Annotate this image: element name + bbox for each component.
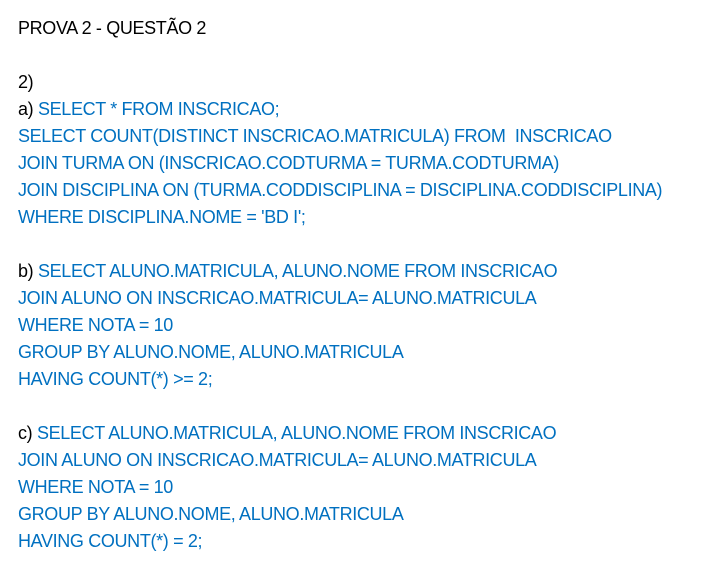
part-a-label: a)	[18, 99, 38, 119]
sql-line: SELECT ALUNO.MATRICULA, ALUNO.NOME FROM …	[36, 423, 557, 443]
sql-line: HAVING COUNT(*) >= 2;	[18, 369, 213, 389]
sql-line: JOIN TURMA ON (INSCRICAO.CODTURMA = TURM…	[18, 153, 560, 173]
sql-line: JOIN ALUNO ON INSCRICAO.MATRICULA= ALUNO…	[18, 450, 537, 470]
part-c: c) SELECT ALUNO.MATRICULA, ALUNO.NOME FR…	[18, 420, 709, 555]
sql-line: WHERE NOTA = 10	[18, 477, 173, 497]
sql-line: SELECT * FROM INSCRICAO;	[37, 99, 280, 119]
document-title: PROVA 2 - QUESTÃO 2	[18, 18, 207, 38]
sql-line: WHERE NOTA = 10	[18, 315, 173, 335]
document-body: PROVA 2 - QUESTÃO 2 2) a) SELECT * FROM …	[18, 15, 709, 555]
part-b-label: b)	[18, 261, 38, 281]
sql-line: JOIN ALUNO ON INSCRICAO.MATRICULA= ALUNO…	[18, 288, 537, 308]
sql-line: SELECT COUNT(DISTINCT INSCRICAO.MATRICUL…	[18, 126, 612, 146]
sql-line: JOIN DISCIPLINA ON (TURMA.CODDISCIPLINA …	[18, 180, 663, 200]
question-number: 2)	[18, 72, 34, 92]
sql-line: WHERE DISCIPLINA.NOME = 'BD I';	[18, 207, 306, 227]
part-a: a) SELECT * FROM INSCRICAO; SELECT COUNT…	[18, 96, 709, 231]
part-b-first-line: b) SELECT ALUNO.MATRICULA, ALUNO.NOME FR…	[18, 258, 709, 285]
sql-line: SELECT ALUNO.MATRICULA, ALUNO.NOME FROM …	[37, 261, 558, 281]
sql-line: GROUP BY ALUNO.NOME, ALUNO.MATRICULA	[18, 504, 404, 524]
part-c-label: c)	[18, 423, 37, 443]
sql-line: HAVING COUNT(*) = 2;	[18, 531, 203, 551]
sql-line: GROUP BY ALUNO.NOME, ALUNO.MATRICULA	[18, 342, 404, 362]
part-c-first-line: c) SELECT ALUNO.MATRICULA, ALUNO.NOME FR…	[18, 420, 709, 447]
part-a-first-line: a) SELECT * FROM INSCRICAO;	[18, 96, 709, 123]
part-b: b) SELECT ALUNO.MATRICULA, ALUNO.NOME FR…	[18, 258, 709, 393]
